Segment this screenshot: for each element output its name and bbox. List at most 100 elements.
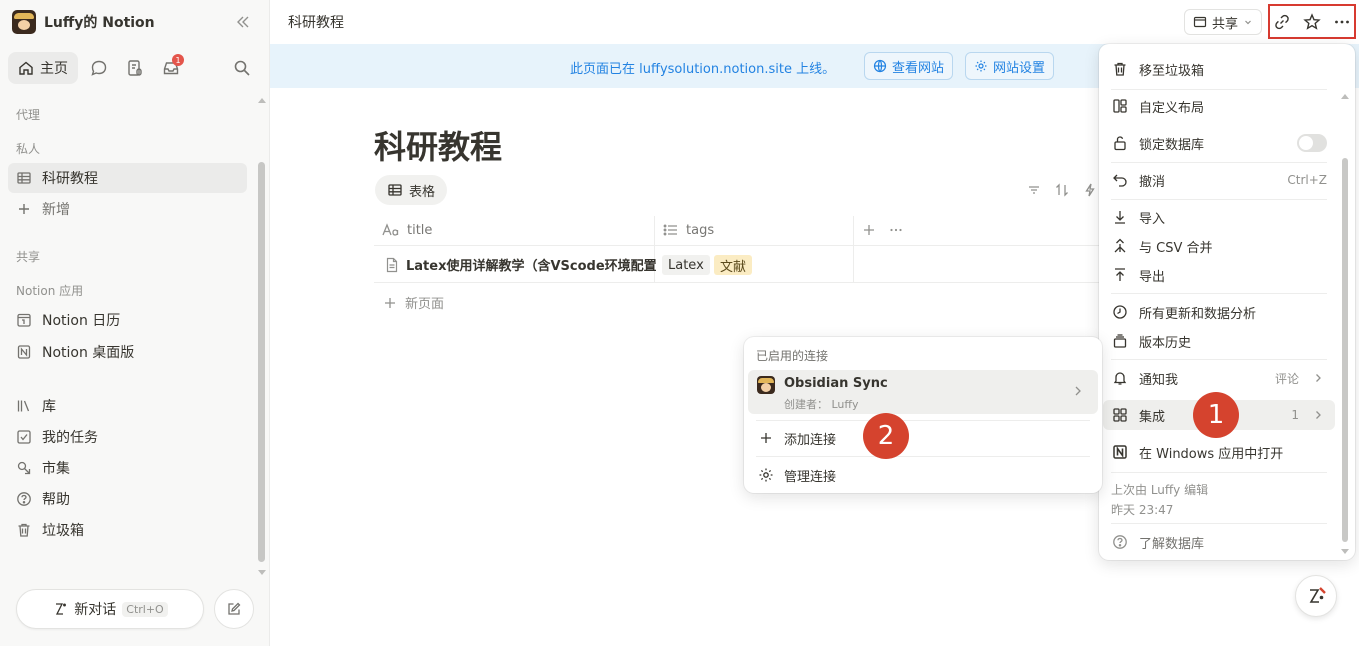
tag-chip[interactable]: Latex — [662, 255, 710, 275]
sidebar-item-library[interactable]: 库 — [8, 391, 247, 421]
section-agent: 代理 — [16, 108, 41, 122]
menu-item-label: 导入 — [1139, 211, 1166, 227]
menu-item-move-to-trash[interactable]: 移至垃圾箱 — [1103, 54, 1335, 84]
clock-icon — [1111, 303, 1129, 321]
menu-scrollbar[interactable] — [1342, 158, 1348, 542]
sidebar-scroll-down[interactable] — [258, 570, 266, 575]
sidebar-item-label: Notion 日历 — [42, 313, 121, 329]
collapse-sidebar-icon[interactable] — [233, 12, 253, 32]
menu-item-custom-layout[interactable]: 自定义布局 — [1103, 91, 1335, 121]
sidebar-item-label: 库 — [42, 399, 56, 415]
history-icon — [1111, 332, 1129, 350]
ai-assistant-icon[interactable] — [1295, 575, 1337, 617]
tag-chip[interactable]: 文献 — [714, 255, 753, 275]
menu-item-version-history[interactable]: 版本历史 — [1103, 326, 1335, 356]
new-chat-button[interactable]: 新对话 Ctrl+O — [16, 589, 204, 629]
more-icon[interactable] — [1331, 11, 1353, 33]
menu-item-label: 自定义布局 — [1139, 100, 1205, 116]
column-header-title[interactable]: title — [382, 216, 432, 244]
ai-face-icon — [52, 601, 68, 617]
workspace-switcher[interactable]: Luffy的 Notion — [12, 8, 155, 36]
compose-icon[interactable] — [214, 589, 254, 629]
integrations-count: 1 — [1291, 408, 1299, 422]
page-doc-icon — [384, 257, 400, 273]
menu-item-analytics[interactable]: 所有更新和数据分析 — [1103, 297, 1335, 327]
submenu-divider — [756, 420, 1090, 421]
breadcrumb[interactable]: 科研教程 — [288, 12, 344, 32]
chevron-right-icon — [1309, 369, 1327, 387]
sidebar-scrollbar[interactable] — [258, 162, 265, 562]
connection-name: Obsidian Sync — [784, 376, 888, 391]
connection-item[interactable]: Obsidian Sync 创建者： Luffy — [748, 370, 1098, 414]
inbox-icon[interactable]: 1 — [156, 53, 186, 83]
share-button[interactable]: 共享 — [1184, 9, 1263, 35]
new-page-button[interactable]: 新页面 — [383, 293, 444, 312]
menu-divider — [1111, 359, 1327, 360]
home-button[interactable]: 主页 — [8, 52, 78, 84]
table-icon — [387, 182, 403, 198]
view-tab-table[interactable]: 表格 — [375, 175, 448, 205]
export-icon — [1111, 266, 1129, 284]
table-divider — [374, 245, 1099, 246]
menu-item-notify-me[interactable]: 通知我 评论 — [1103, 363, 1335, 393]
menu-item-export[interactable]: 导出 — [1103, 260, 1335, 290]
page-title[interactable]: 科研教程 — [374, 122, 502, 168]
filter-icon[interactable] — [1024, 180, 1044, 200]
bell-icon — [1111, 369, 1129, 387]
menu-scroll-up[interactable] — [1341, 94, 1349, 99]
automation-icon[interactable] — [1080, 180, 1100, 200]
step-marker-1: 1 — [1193, 392, 1239, 438]
table-row[interactable]: Latex使用详解教学（含VScode环境配置） — [384, 255, 656, 274]
add-connection-label: 添加连接 — [784, 432, 837, 448]
menu-item-label: 移至垃圾箱 — [1139, 63, 1205, 79]
menu-item-merge-csv[interactable]: 与 CSV 合并 — [1103, 231, 1335, 261]
chat-icon[interactable] — [84, 53, 114, 83]
step-marker-2: 2 — [863, 413, 909, 459]
column-header-label: title — [407, 222, 433, 238]
sidebar-item-label: Notion 桌面版 — [42, 345, 135, 361]
more-icon[interactable] — [887, 221, 905, 239]
menu-item-learn-database[interactable]: 了解数据库 — [1103, 527, 1335, 557]
star-icon[interactable] — [1301, 11, 1323, 33]
new-chat-shortcut: Ctrl+O — [122, 601, 168, 617]
view-site-label: 查看网站 — [892, 60, 945, 76]
sidebar-item-trash[interactable]: 垃圾箱 — [8, 515, 247, 545]
sidebar-item-label: 垃圾箱 — [42, 523, 84, 539]
view-site-button[interactable]: 查看网站 — [864, 52, 954, 80]
meeting-notes-icon[interactable] — [120, 53, 150, 83]
menu-item-lock-database[interactable]: 锁定数据库 — [1103, 128, 1335, 158]
sidebar-item-tasks[interactable]: 我的任务 — [8, 422, 247, 452]
menu-item-undo[interactable]: 撤消 Ctrl+Z — [1103, 165, 1335, 195]
lock-toggle[interactable] — [1297, 134, 1327, 152]
trash-icon — [1111, 60, 1129, 78]
sidebar-item-help[interactable]: 帮助 — [8, 484, 247, 514]
menu-item-open-windows[interactable]: 在 Windows 应用中打开 — [1103, 437, 1335, 467]
sidebar-item-add[interactable]: 新增 — [8, 194, 247, 224]
sidebar-item-keyan[interactable]: 科研教程 — [8, 163, 247, 193]
sidebar-item-desktop[interactable]: Notion 桌面版 — [8, 337, 247, 367]
sidebar-scroll-up[interactable] — [258, 98, 266, 103]
add-connection-button[interactable]: 添加连接 — [748, 423, 1098, 453]
site-settings-button[interactable]: 网站设置 — [965, 52, 1055, 80]
add-property-icon[interactable] — [860, 221, 878, 239]
sidebar-item-calendar[interactable]: Notion 日历 — [8, 305, 247, 335]
menu-item-import[interactable]: 导入 — [1103, 202, 1335, 232]
link-icon[interactable] — [1271, 11, 1293, 33]
menu-item-label: 锁定数据库 — [1139, 137, 1205, 153]
marketplace-icon — [16, 460, 32, 476]
menu-divider — [1111, 89, 1327, 90]
sidebar-item-label: 我的任务 — [42, 430, 98, 446]
sort-icon[interactable] — [1052, 180, 1072, 200]
sidebar-item-marketplace[interactable]: 市集 — [8, 453, 247, 483]
column-divider — [853, 216, 854, 282]
manage-connections-button[interactable]: 管理连接 — [748, 460, 1098, 490]
menu-scroll-down[interactable] — [1341, 549, 1349, 554]
quick-actions: 主页 1 — [8, 52, 186, 84]
menu-divider — [1111, 199, 1327, 200]
column-header-tags[interactable]: tags — [663, 216, 714, 244]
menu-item-label: 撤消 — [1139, 174, 1166, 190]
search-icon[interactable] — [229, 55, 255, 81]
workspace-name: Luffy的 Notion — [44, 15, 155, 31]
notify-extra: 评论 — [1274, 371, 1299, 386]
publish-icon — [1193, 15, 1207, 29]
